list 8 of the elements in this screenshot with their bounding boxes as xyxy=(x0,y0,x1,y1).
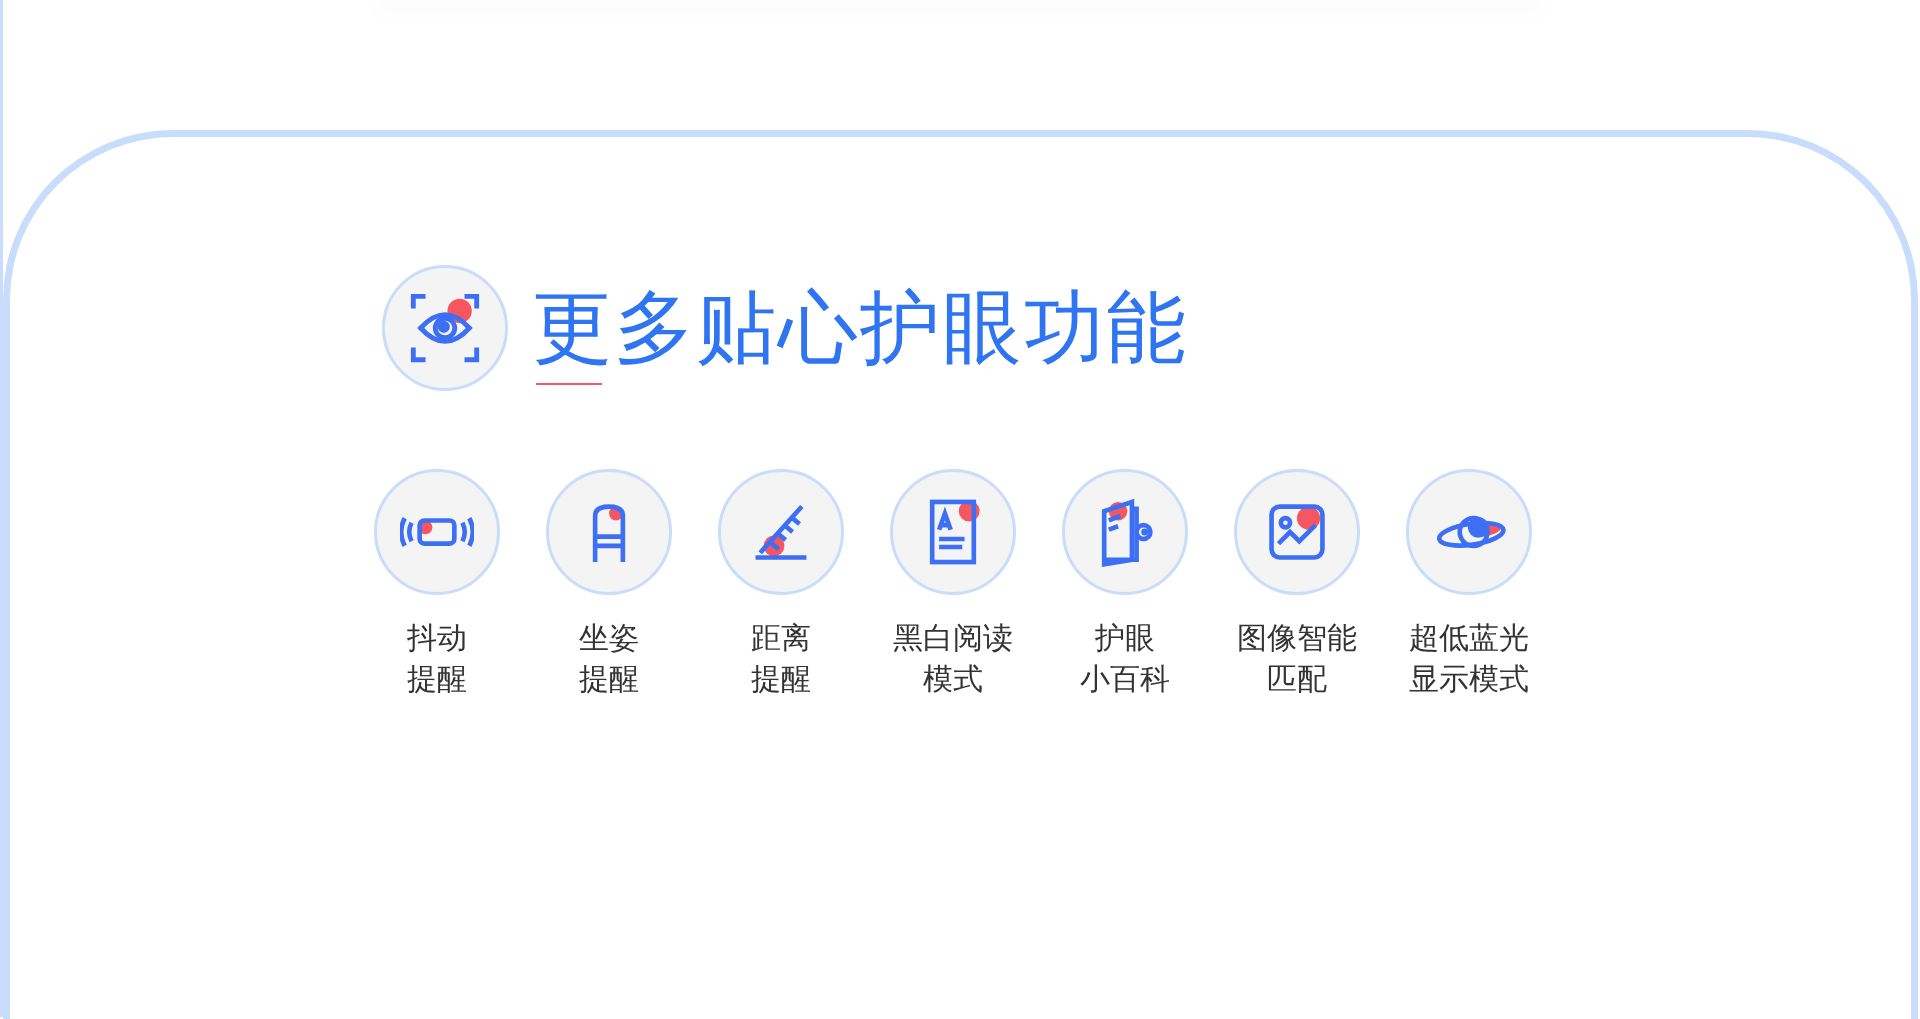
feature-label: 距离 提醒 xyxy=(751,619,811,698)
feature-label: 护眼 小百科 xyxy=(1080,619,1170,698)
feature-label: 抖动 提醒 xyxy=(407,619,467,698)
section-title: 更多贴心护眼功能 xyxy=(532,280,1188,376)
feature-label: 图像智能 匹配 xyxy=(1237,619,1357,698)
feature-label: 超低蓝光 显示模式 xyxy=(1409,619,1529,698)
feature-label: 黑白阅读 模式 xyxy=(893,619,1013,698)
feature-label: 坐姿 提醒 xyxy=(579,619,639,698)
